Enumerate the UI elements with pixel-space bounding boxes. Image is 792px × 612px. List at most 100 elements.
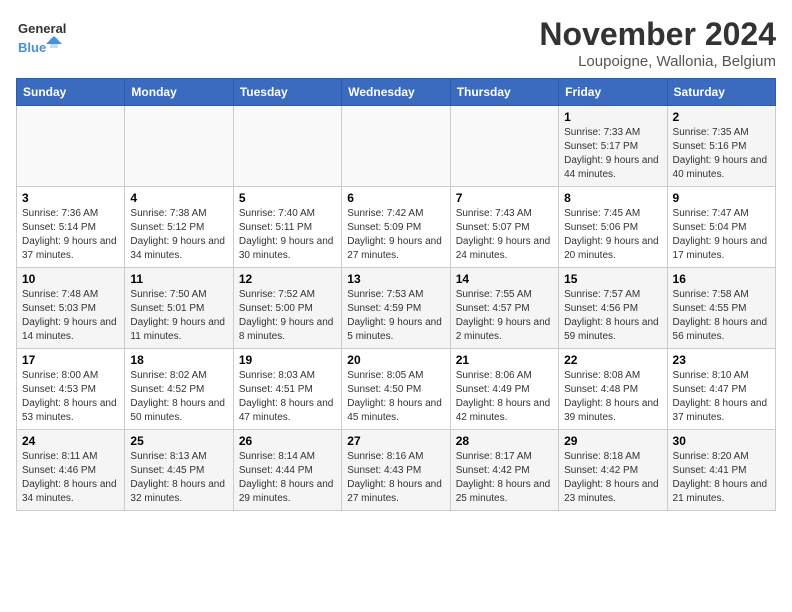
- day-number: 5: [239, 191, 336, 205]
- logo: General Blue: [16, 16, 66, 56]
- day-info: Sunrise: 7:45 AM Sunset: 5:06 PM Dayligh…: [564, 207, 661, 263]
- day-info: Sunrise: 7:58 AM Sunset: 4:55 PM Dayligh…: [673, 288, 770, 344]
- day-info: Sunrise: 8:11 AM Sunset: 4:46 PM Dayligh…: [22, 450, 119, 506]
- day-number: 16: [673, 272, 770, 286]
- day-info: Sunrise: 8:18 AM Sunset: 4:42 PM Dayligh…: [564, 450, 661, 506]
- calendar-cell: 3 Sunrise: 7:36 AM Sunset: 5:14 PM Daylig…: [17, 187, 125, 268]
- weekday-header-thursday: Thursday: [450, 79, 558, 106]
- day-info: Sunrise: 7:43 AM Sunset: 5:07 PM Dayligh…: [456, 207, 553, 263]
- day-info: Sunrise: 8:10 AM Sunset: 4:47 PM Dayligh…: [673, 369, 770, 425]
- day-number: 10: [22, 272, 119, 286]
- day-info: Sunrise: 8:05 AM Sunset: 4:50 PM Dayligh…: [347, 369, 444, 425]
- day-number: 28: [456, 434, 553, 448]
- day-number: 1: [564, 110, 661, 124]
- weekday-header-friday: Friday: [559, 79, 667, 106]
- calendar-cell: 23 Sunrise: 8:10 AM Sunset: 4:47 PM Dayli…: [667, 349, 775, 430]
- day-number: 15: [564, 272, 661, 286]
- logo-svg: General Blue: [16, 16, 66, 56]
- calendar-row-4: 17 Sunrise: 8:00 AM Sunset: 4:53 PM Dayli…: [17, 349, 776, 430]
- day-number: 8: [564, 191, 661, 205]
- calendar-cell: 27Sunrise: 8:16 AM Sunset: 4:43 PM Dayli…: [342, 430, 450, 511]
- calendar-cell: 11 Sunrise: 7:50 AM Sunset: 5:01 PM Dayli…: [125, 268, 233, 349]
- calendar-cell: 21 Sunrise: 8:06 AM Sunset: 4:49 PM Dayli…: [450, 349, 558, 430]
- day-number: 6: [347, 191, 444, 205]
- day-number: 24: [22, 434, 119, 448]
- day-info: Sunrise: 8:17 AM Sunset: 4:42 PM Dayligh…: [456, 450, 553, 506]
- calendar-cell: 30 Sunrise: 8:20 AM Sunset: 4:41 PM Dayli…: [667, 430, 775, 511]
- calendar-cell: 6 Sunrise: 7:42 AM Sunset: 5:09 PM Daylig…: [342, 187, 450, 268]
- calendar-cell: 15 Sunrise: 7:57 AM Sunset: 4:56 PM Dayli…: [559, 268, 667, 349]
- day-info: Sunrise: 7:50 AM Sunset: 5:01 PM Dayligh…: [130, 288, 227, 344]
- calendar-row-2: 3 Sunrise: 7:36 AM Sunset: 5:14 PM Daylig…: [17, 187, 776, 268]
- day-info: Sunrise: 7:57 AM Sunset: 4:56 PM Dayligh…: [564, 288, 661, 344]
- day-number: 17: [22, 353, 119, 367]
- page-header: General Blue November 2024 Loupoigne, Wa…: [16, 16, 776, 70]
- day-info: Sunrise: 8:13 AM Sunset: 4:45 PM Dayligh…: [130, 450, 227, 506]
- calendar-cell: 22Sunrise: 8:08 AM Sunset: 4:48 PM Dayli…: [559, 349, 667, 430]
- day-number: 19: [239, 353, 336, 367]
- day-number: 14: [456, 272, 553, 286]
- day-number: 13: [347, 272, 444, 286]
- calendar-cell: 9Sunrise: 7:47 AM Sunset: 5:04 PM Daylig…: [667, 187, 775, 268]
- day-info: Sunrise: 8:00 AM Sunset: 4:53 PM Dayligh…: [22, 369, 119, 425]
- day-info: Sunrise: 7:48 AM Sunset: 5:03 PM Dayligh…: [22, 288, 119, 344]
- day-info: Sunrise: 8:06 AM Sunset: 4:49 PM Dayligh…: [456, 369, 553, 425]
- day-number: 29: [564, 434, 661, 448]
- calendar-cell: 19 Sunrise: 8:03 AM Sunset: 4:51 PM Dayli…: [233, 349, 341, 430]
- day-number: 4: [130, 191, 227, 205]
- day-info: Sunrise: 8:03 AM Sunset: 4:51 PM Dayligh…: [239, 369, 336, 425]
- day-info: Sunrise: 8:16 AM Sunset: 4:43 PM Dayligh…: [347, 450, 444, 506]
- day-number: 9: [673, 191, 770, 205]
- calendar-cell: 1 Sunrise: 7:33 AM Sunset: 5:17 PM Daylig…: [559, 106, 667, 187]
- weekday-header-wednesday: Wednesday: [342, 79, 450, 106]
- day-info: Sunrise: 8:02 AM Sunset: 4:52 PM Dayligh…: [130, 369, 227, 425]
- day-info: Sunrise: 7:55 AM Sunset: 4:57 PM Dayligh…: [456, 288, 553, 344]
- weekday-header-monday: Monday: [125, 79, 233, 106]
- calendar-cell: 16 Sunrise: 7:58 AM Sunset: 4:55 PM Dayli…: [667, 268, 775, 349]
- day-info: Sunrise: 7:42 AM Sunset: 5:09 PM Dayligh…: [347, 207, 444, 263]
- day-info: Sunrise: 7:40 AM Sunset: 5:11 PM Dayligh…: [239, 207, 336, 263]
- calendar-cell: 13Sunrise: 7:53 AM Sunset: 4:59 PM Dayli…: [342, 268, 450, 349]
- title-area: November 2024 Loupoigne, Wallonia, Belgi…: [539, 16, 776, 70]
- calendar-cell: [233, 106, 341, 187]
- calendar-cell: 26Sunrise: 8:14 AM Sunset: 4:44 PM Dayli…: [233, 430, 341, 511]
- day-number: 22: [564, 353, 661, 367]
- calendar-cell: 18Sunrise: 8:02 AM Sunset: 4:52 PM Dayli…: [125, 349, 233, 430]
- calendar-table: SundayMondayTuesdayWednesdayThursdayFrid…: [16, 78, 776, 511]
- weekday-header-sunday: Sunday: [17, 79, 125, 106]
- day-info: Sunrise: 7:36 AM Sunset: 5:14 PM Dayligh…: [22, 207, 119, 263]
- day-info: Sunrise: 8:14 AM Sunset: 4:44 PM Dayligh…: [239, 450, 336, 506]
- day-info: Sunrise: 8:20 AM Sunset: 4:41 PM Dayligh…: [673, 450, 770, 506]
- calendar-cell: 8 Sunrise: 7:45 AM Sunset: 5:06 PM Daylig…: [559, 187, 667, 268]
- day-number: 11: [130, 272, 227, 286]
- day-number: 23: [673, 353, 770, 367]
- weekday-header-row: SundayMondayTuesdayWednesdayThursdayFrid…: [17, 79, 776, 106]
- calendar-row-1: 1 Sunrise: 7:33 AM Sunset: 5:17 PM Daylig…: [17, 106, 776, 187]
- day-info: Sunrise: 7:52 AM Sunset: 5:00 PM Dayligh…: [239, 288, 336, 344]
- calendar-cell: 29 Sunrise: 8:18 AM Sunset: 4:42 PM Dayli…: [559, 430, 667, 511]
- calendar-cell: 7Sunrise: 7:43 AM Sunset: 5:07 PM Daylig…: [450, 187, 558, 268]
- day-number: 25: [130, 434, 227, 448]
- day-number: 20: [347, 353, 444, 367]
- calendar-cell: 17 Sunrise: 8:00 AM Sunset: 4:53 PM Dayli…: [17, 349, 125, 430]
- calendar-cell: [342, 106, 450, 187]
- location-subtitle: Loupoigne, Wallonia, Belgium: [539, 53, 776, 70]
- day-number: 12: [239, 272, 336, 286]
- day-number: 21: [456, 353, 553, 367]
- day-number: 3: [22, 191, 119, 205]
- calendar-row-3: 10 Sunrise: 7:48 AM Sunset: 5:03 PM Dayli…: [17, 268, 776, 349]
- day-number: 30: [673, 434, 770, 448]
- calendar-cell: [17, 106, 125, 187]
- calendar-cell: [125, 106, 233, 187]
- svg-text:General: General: [18, 21, 66, 36]
- calendar-cell: [450, 106, 558, 187]
- calendar-cell: 5 Sunrise: 7:40 AM Sunset: 5:11 PM Daylig…: [233, 187, 341, 268]
- calendar-cell: 4 Sunrise: 7:38 AM Sunset: 5:12 PM Daylig…: [125, 187, 233, 268]
- day-number: 2: [673, 110, 770, 124]
- month-title: November 2024: [539, 16, 776, 53]
- calendar-cell: 2Sunrise: 7:35 AM Sunset: 5:16 PM Daylig…: [667, 106, 775, 187]
- day-info: Sunrise: 7:33 AM Sunset: 5:17 PM Dayligh…: [564, 126, 661, 182]
- day-info: Sunrise: 7:38 AM Sunset: 5:12 PM Dayligh…: [130, 207, 227, 263]
- weekday-header-saturday: Saturday: [667, 79, 775, 106]
- weekday-header-tuesday: Tuesday: [233, 79, 341, 106]
